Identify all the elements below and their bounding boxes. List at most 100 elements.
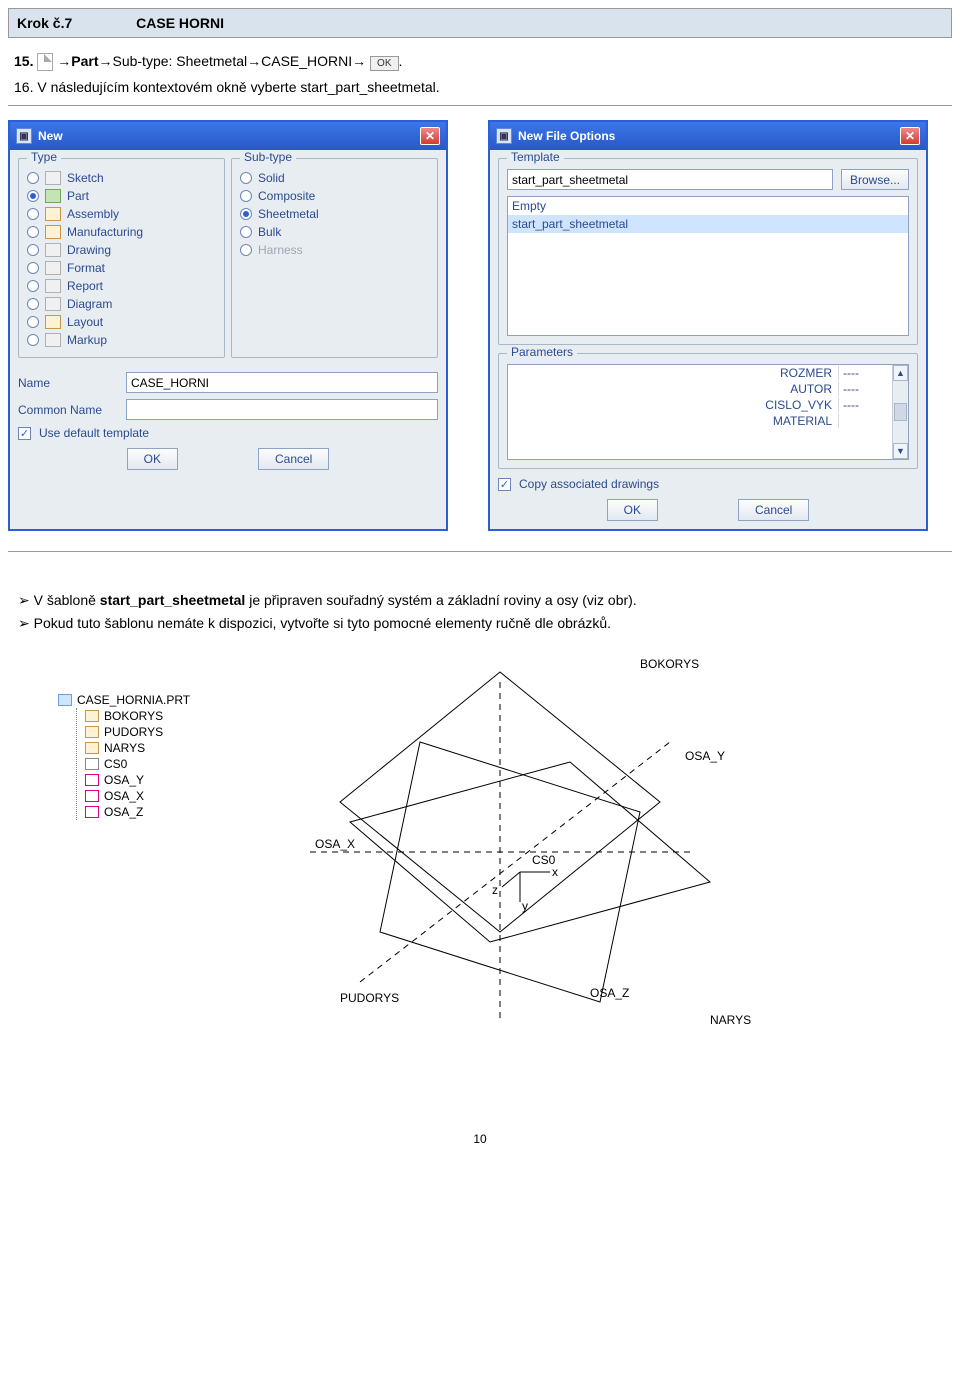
param-val[interactable] (838, 414, 888, 428)
axis-icon (85, 790, 99, 802)
tree-item: OSA_X (85, 788, 190, 804)
plane-narys (380, 742, 640, 1002)
tree-root: CASE_HORNIA.PRT (58, 692, 190, 708)
tree-item: PUDORYS (85, 724, 190, 740)
markup-icon (45, 333, 61, 347)
diagram-area: CASE_HORNIA.PRT BOKORYS PUDORYS NARYS CS… (8, 652, 952, 1092)
tree-item: NARYS (85, 740, 190, 756)
tree-item: OSA_Z (85, 804, 190, 820)
ok-mini-button: OK (370, 56, 398, 71)
dialog-options-title: New File Options (518, 129, 615, 143)
label-narys: NARYS (710, 1013, 751, 1027)
axis-osa-z (360, 742, 670, 982)
close-icon[interactable]: ✕ (420, 127, 440, 145)
tree-item: OSA_Y (85, 772, 190, 788)
common-name-row: Common Name (18, 399, 438, 420)
instr15-part: Part (71, 53, 98, 69)
param-val[interactable]: ---- (838, 398, 888, 412)
assembly-icon (45, 207, 61, 221)
instr15-case: CASE_HORNI (261, 53, 352, 69)
cancel-button[interactable]: Cancel (258, 448, 329, 470)
type-manufacturing[interactable]: Manufacturing (27, 223, 216, 241)
close-icon[interactable]: ✕ (900, 127, 920, 145)
name-input[interactable] (126, 372, 438, 393)
param-name: ROZMER (512, 366, 838, 380)
axis-icon (85, 774, 99, 786)
type-report[interactable]: Report (27, 277, 216, 295)
default-template-checkbox[interactable] (18, 427, 31, 440)
label-pudorys: PUDORYS (340, 991, 399, 1005)
datum-plane-icon (85, 726, 99, 738)
subtype-sheetmetal[interactable]: Sheetmetal (240, 205, 429, 223)
subtype-solid[interactable]: Solid (240, 169, 429, 187)
type-markup[interactable]: Markup (27, 331, 216, 349)
type-groupbox: Type Sketch Part Assembly Manufacturing … (18, 158, 225, 358)
name-label: Name (18, 376, 118, 390)
dialog-new: ▣ New ✕ Type Sketch Part Assembly Manufa… (8, 120, 448, 531)
drawing-icon (45, 243, 61, 257)
instr15-mid: →Sub-type: Sheetmetal→ (98, 53, 261, 69)
type-drawing[interactable]: Drawing (27, 241, 216, 259)
default-template-row[interactable]: Use default template (18, 426, 438, 440)
ok-button[interactable]: OK (127, 448, 178, 470)
diagram-icon (45, 297, 61, 311)
dialog-icon: ▣ (496, 128, 512, 144)
type-layout[interactable]: Layout (27, 313, 216, 331)
csys-icon (85, 758, 99, 770)
subtype-harness: Harness (240, 241, 429, 259)
copy-drawings-row[interactable]: Copy associated drawings (498, 477, 918, 491)
list-item[interactable]: start_part_sheetmetal (508, 215, 908, 233)
subtype-bulk[interactable]: Bulk (240, 223, 429, 241)
tree-item: BOKORYS (85, 708, 190, 724)
step-header: Krok č.7 CASE HORNI (8, 8, 952, 38)
label-y: y (522, 899, 528, 913)
separator (8, 551, 952, 552)
dialogs-row: ▣ New ✕ Type Sketch Part Assembly Manufa… (8, 120, 952, 531)
type-part[interactable]: Part (27, 187, 216, 205)
param-name: CISLO_VYK (512, 398, 838, 412)
template-listbox[interactable]: Empty start_part_sheetmetal (507, 196, 909, 336)
dialog-new-titlebar: ▣ New ✕ (10, 122, 446, 150)
browse-button[interactable]: Browse... (841, 169, 909, 190)
copy-drawings-label: Copy associated drawings (519, 477, 659, 491)
label-z: z (492, 883, 498, 897)
part-icon (58, 694, 72, 706)
subtype-groupbox: Sub-type Solid Composite Sheetmetal Bulk… (231, 158, 438, 358)
report-icon (45, 279, 61, 293)
manufacturing-icon (45, 225, 61, 239)
label-x: x (552, 865, 558, 879)
subtype-legend: Sub-type (240, 150, 296, 164)
subtype-composite[interactable]: Composite (240, 187, 429, 205)
dialog-options-titlebar: ▣ New File Options ✕ (490, 122, 926, 150)
new-file-icon (37, 53, 53, 71)
label-osa-x: OSA_X (315, 837, 355, 851)
param-val[interactable]: ---- (838, 366, 888, 380)
type-sketch[interactable]: Sketch (27, 169, 216, 187)
bullet-1: V šabloně start_part_sheetmetal je připr… (18, 592, 952, 609)
param-name: AUTOR (512, 382, 838, 396)
instruction-15: 15. →Part→Sub-type: Sheetmetal→CASE_HORN… (14, 53, 952, 71)
name-row: Name (18, 372, 438, 393)
scrollbar[interactable]: ▲ ▼ (892, 365, 908, 459)
instr15-num: 15. (14, 53, 33, 69)
dialog-icon: ▣ (16, 128, 32, 144)
copy-drawings-checkbox[interactable] (498, 478, 511, 491)
type-assembly[interactable]: Assembly (27, 205, 216, 223)
parameters-groupbox: Parameters ROZMER---- AUTOR---- CISLO_VY… (498, 353, 918, 469)
step-number: Krok č.7 (17, 15, 72, 31)
type-diagram[interactable]: Diagram (27, 295, 216, 313)
cancel-button[interactable]: Cancel (738, 499, 809, 521)
scroll-down-icon[interactable]: ▼ (893, 443, 908, 459)
scroll-up-icon[interactable]: ▲ (893, 365, 908, 381)
type-format[interactable]: Format (27, 259, 216, 277)
page-number: 10 (8, 1132, 952, 1146)
common-name-input[interactable] (126, 399, 438, 420)
list-item[interactable]: Empty (508, 197, 908, 215)
axis-icon (85, 806, 99, 818)
template-input[interactable] (507, 169, 833, 190)
param-val[interactable]: ---- (838, 382, 888, 396)
instr15-period: . (399, 53, 403, 69)
ok-button[interactable]: OK (607, 499, 658, 521)
scroll-thumb[interactable] (894, 403, 907, 421)
step-case: CASE HORNI (136, 15, 224, 31)
